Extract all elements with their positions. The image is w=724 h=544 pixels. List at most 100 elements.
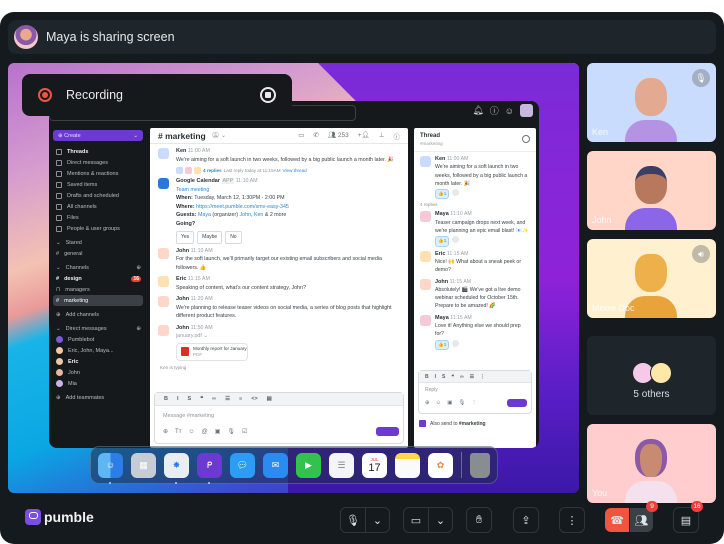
plus-icon[interactable]: ⊕: [163, 428, 168, 435]
more-options-button[interactable]: ⋮: [559, 507, 585, 533]
dm-pumblebot[interactable]: Pumblebot: [49, 334, 147, 345]
bullet-list-button[interactable]: ≡: [239, 396, 242, 402]
others-tile[interactable]: 5 others: [587, 336, 716, 415]
reminders-icon[interactable]: ☰: [329, 452, 354, 478]
list-button[interactable]: ☰: [470, 374, 474, 380]
participant-tile-ken[interactable]: 🎙︎ Ken: [587, 63, 716, 142]
rsvp-maybe-button[interactable]: Maybe: [197, 231, 223, 244]
mic-icon[interactable]: 🎙︎: [458, 400, 465, 406]
emoji-icon[interactable]: ☺: [436, 400, 442, 406]
strike-button[interactable]: S: [442, 374, 445, 380]
pumble-icon[interactable]: ᑭ: [197, 452, 222, 484]
strike-button[interactable]: S: [188, 396, 192, 402]
messages-icon[interactable]: 💬︎: [230, 452, 255, 478]
dm-group[interactable]: Eric, John, Maya...: [49, 345, 147, 356]
starred-section[interactable]: ⌄ Stared: [49, 237, 147, 248]
stop-recording-button[interactable]: [260, 87, 276, 103]
file-attachment[interactable]: Monthly report for January PDF: [176, 342, 248, 361]
bold-button[interactable]: B: [164, 396, 168, 402]
bell-icon[interactable]: 🔔︎: [472, 105, 483, 116]
channel-marketing[interactable]: # marketing: [53, 295, 143, 306]
facetime-icon[interactable]: ▶: [296, 452, 321, 478]
checklist-icon[interactable]: ☑: [242, 428, 247, 435]
self-tile[interactable]: You: [587, 424, 716, 503]
send-button[interactable]: [376, 427, 399, 436]
close-icon[interactable]: [522, 135, 530, 143]
sidebar-item-files[interactable]: Files: [49, 212, 147, 223]
pin-icon[interactable]: ⊥: [379, 131, 385, 141]
leave-call-button[interactable]: ☎︎: [605, 508, 629, 532]
reaction[interactable]: 👍1: [435, 339, 450, 350]
send-button[interactable]: [507, 399, 527, 407]
participants-button[interactable]: 👥︎ 9: [629, 501, 658, 532]
members-button[interactable]: 👥︎ 253: [328, 131, 349, 141]
mute-icon[interactable]: 🔕︎ ⌄: [212, 132, 226, 139]
add-dm-icon[interactable]: ⊕: [136, 326, 141, 332]
add-member-icon[interactable]: +👤︎: [358, 131, 370, 141]
user-avatar[interactable]: [520, 104, 533, 117]
mic-icon[interactable]: 🎙︎: [227, 428, 235, 435]
dm-section[interactable]: ⌄ Direct messages ⊕: [49, 323, 147, 334]
share-screen-button[interactable]: ⇪: [513, 507, 539, 533]
channel-title[interactable]: # marketing: [158, 131, 206, 141]
emoji-icon[interactable]: ☺: [188, 429, 194, 435]
participant-tile-john[interactable]: John: [587, 151, 716, 230]
channels-section[interactable]: ⌄ Channels ⊕: [49, 262, 147, 273]
mention-icon[interactable]: @: [202, 429, 208, 435]
bold-button[interactable]: B: [425, 374, 429, 380]
reply-input[interactable]: Reply: [419, 382, 531, 399]
info-icon[interactable]: ⓘ: [394, 131, 401, 141]
italic-button[interactable]: I: [435, 374, 436, 380]
mail-icon[interactable]: ✉: [263, 452, 288, 478]
add-channel-icon[interactable]: ⊕: [136, 265, 141, 271]
quote-button[interactable]: ❝: [451, 374, 454, 380]
help-icon[interactable]: ⓘ: [490, 104, 499, 117]
more-icon[interactable]: ⋮: [471, 400, 477, 406]
dm-eric[interactable]: Eric: [49, 356, 147, 367]
sidebar-item-direct-messages[interactable]: Direct messages: [49, 157, 147, 168]
channel-design[interactable]: # design 16: [49, 273, 147, 284]
rsvp-yes-button[interactable]: Yes: [176, 231, 195, 244]
participant-tile-meow-doc[interactable]: 🔊︎ Meow Doc: [587, 239, 716, 318]
view-thread-link[interactable]: View thread: [283, 168, 307, 173]
add-reaction-icon[interactable]: [452, 189, 460, 197]
status-icon[interactable]: ☺: [505, 106, 514, 116]
raise-hand-button[interactable]: ✋︎: [466, 507, 492, 533]
codeblock-button[interactable]: ▤: [267, 396, 272, 402]
create-button[interactable]: ⊕ Create ⌄: [53, 130, 143, 141]
safari-icon[interactable]: ✸: [164, 452, 189, 484]
gif-icon[interactable]: ▣: [447, 400, 452, 406]
sidebar-item-all-channels[interactable]: All channels: [49, 201, 147, 212]
dm-mia[interactable]: Mia: [49, 378, 147, 389]
video-icon[interactable]: ▭: [298, 131, 304, 141]
channel-managers[interactable]: ⊓ managers: [49, 284, 147, 295]
mic-button[interactable]: 🎙︎: [341, 508, 365, 532]
photos-icon[interactable]: ✿: [428, 452, 453, 478]
sidebar-item-threads[interactable]: Threads: [49, 146, 147, 157]
plus-icon[interactable]: ⊕: [425, 400, 430, 406]
quote-button[interactable]: ❝: [200, 396, 203, 402]
gif-icon[interactable]: ▣: [215, 428, 221, 435]
link-button[interactable]: ∞: [460, 374, 464, 380]
camera-options-button[interactable]: ⌄: [428, 508, 452, 532]
link-button[interactable]: ∞: [212, 396, 216, 402]
text-format-icon[interactable]: Tт: [175, 429, 181, 435]
launchpad-icon[interactable]: ▦: [131, 452, 156, 478]
message-input[interactable]: Message #marketing: [155, 406, 403, 427]
ordered-list-button[interactable]: ☰: [225, 396, 230, 402]
thread-replies[interactable]: 4 replies Last reply today at 11:15AM Vi…: [150, 164, 408, 174]
trash-icon[interactable]: [470, 452, 490, 478]
add-teammates-button[interactable]: ⊕ Add teammates: [49, 392, 147, 403]
chat-button[interactable]: ▤ 16: [673, 501, 703, 533]
notes-icon[interactable]: [395, 452, 420, 478]
sidebar-item-saved[interactable]: Saved items: [49, 179, 147, 190]
reaction[interactable]: 👍1: [435, 236, 450, 247]
finder-icon[interactable]: ☺: [98, 452, 123, 484]
add-channels-button[interactable]: ⊕ Add channels: [49, 309, 147, 320]
dm-john[interactable]: John: [49, 367, 147, 378]
italic-button[interactable]: I: [177, 396, 179, 402]
calendar-icon[interactable]: JUL 17: [362, 452, 387, 478]
reaction[interactable]: 👍1: [435, 189, 450, 200]
sidebar-item-mentions[interactable]: Mentions & reactions: [49, 168, 147, 179]
also-send-checkbox[interactable]: Also send to #marketing: [419, 420, 486, 427]
